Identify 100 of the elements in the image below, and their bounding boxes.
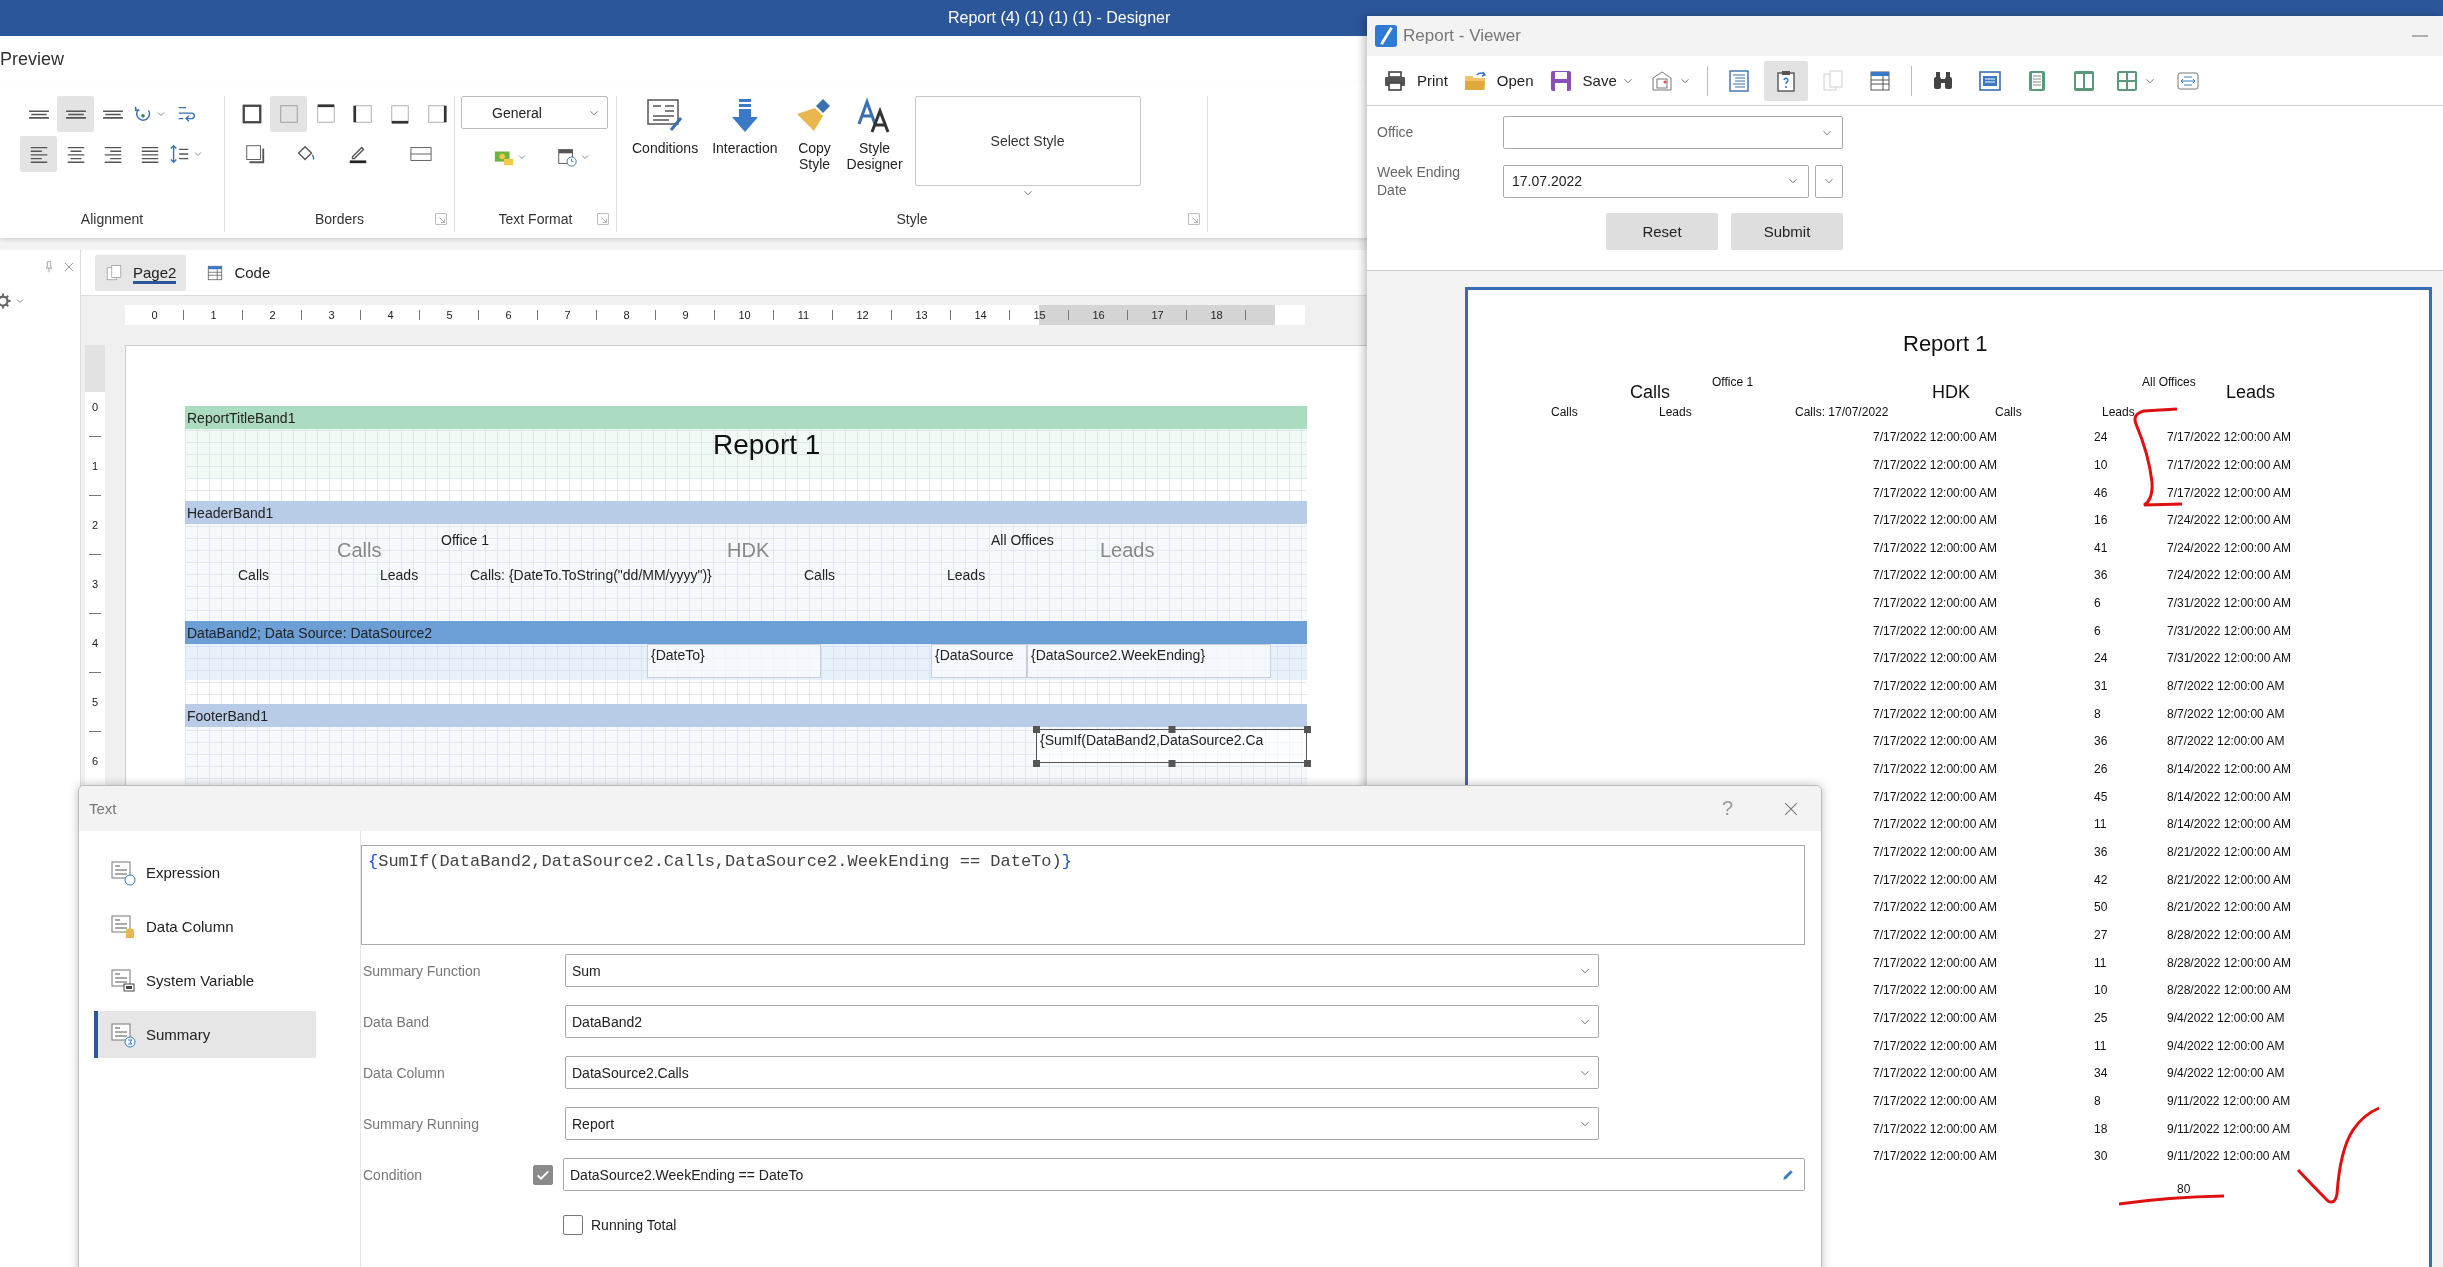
date-cell-text: 7/17/2022 12:00:00 AM xyxy=(1873,651,1999,666)
text-object[interactable]: {DataSource2.WeekEnding} xyxy=(1027,644,1271,678)
week-ending-cell-text: 7/31/2022 12:00:00 AM xyxy=(2167,651,2293,666)
band-text[interactable]: Calls: {DateTo.ToString("dd/MM/yyyy")} xyxy=(470,567,712,583)
page-tab[interactable]: Code xyxy=(196,254,281,291)
week-ending-cell-text: 8/14/2022 12:00:00 AM xyxy=(2167,789,2293,804)
app-logo-icon xyxy=(1375,25,1397,47)
nav-item[interactable]: System Variable xyxy=(94,957,316,1004)
band-text[interactable]: Report 1 xyxy=(713,429,821,461)
report-heading: Office 1 xyxy=(1712,375,1754,390)
field-label: Condition xyxy=(362,1166,424,1183)
band-text[interactable]: Calls xyxy=(238,567,270,583)
week-ending-cell-text: 9/4/2022 12:00:00 AM xyxy=(2167,1011,2286,1025)
ruler-mark: 5 xyxy=(91,695,99,710)
ribbon-tab[interactable]: Preview xyxy=(0,48,65,70)
format-dropdown[interactable]: General xyxy=(461,96,608,129)
ruler-mark: 5 xyxy=(446,309,453,321)
week-ending-cell-text: 8/28/2022 12:00:00 AM xyxy=(2167,983,2293,998)
calls-cell-text: 24 xyxy=(2094,430,2109,445)
calls-cell-text: 11 xyxy=(2094,1038,2108,1053)
calls-cell-text: 26 xyxy=(2094,762,2109,777)
field-label: Data Column xyxy=(362,1064,446,1081)
conditions-button[interactable]: Conditions xyxy=(625,96,706,206)
band-text[interactable]: Leads xyxy=(380,567,419,583)
running-total-checkbox[interactable] xyxy=(563,1215,583,1235)
ruler-mark: 14 xyxy=(974,309,987,321)
ruler-mark: 13 xyxy=(915,309,928,321)
action-button[interactable]: Submit xyxy=(1731,213,1843,251)
condition-checkbox[interactable] xyxy=(533,1164,553,1185)
calls-cell-text: 25 xyxy=(2094,1011,2109,1025)
week-ending-cell-text: 8/28/2022 12:00:00 AM xyxy=(2167,955,2293,970)
calls-cell-text: 42 xyxy=(2094,872,2109,887)
align-left-button[interactable] xyxy=(20,136,57,172)
date-cell-text: 7/17/2022 12:00:00 AM xyxy=(1873,596,1999,611)
week-ending-cell-text: 8/28/2022 12:00:00 AM xyxy=(2167,928,2293,942)
report-heading: Leads xyxy=(1659,405,1692,420)
dropdown-field[interactable]: Sum xyxy=(565,954,1599,987)
single-page-icon xyxy=(1977,68,2002,93)
dropdown-field[interactable]: DataBand2 xyxy=(565,1005,1599,1038)
page-icon xyxy=(105,263,123,282)
band-text[interactable]: Office 1 xyxy=(441,532,489,548)
date-cell-text: 7/17/2022 12:00:00 AM xyxy=(1873,1011,1999,1025)
band-text[interactable]: Calls xyxy=(804,567,836,583)
align-middle-button[interactable] xyxy=(57,96,94,132)
page-tab[interactable]: Page2 xyxy=(95,254,187,291)
dropdown-field[interactable]: DataSource2.Calls xyxy=(565,1056,1599,1089)
band-header[interactable]: DataBand2; Data Source: DataSource2 xyxy=(185,621,1307,644)
open-button[interactable]: Open xyxy=(1456,60,1540,101)
band-header[interactable]: FooterBand1 xyxy=(185,704,1307,727)
style-picker[interactable]: Select Style xyxy=(914,96,1141,186)
date-cell-text: 7/17/2022 12:00:00 AM xyxy=(1873,900,1999,915)
date-cell-text: 7/17/2022 12:00:00 AM xyxy=(1873,1121,1999,1136)
date-field[interactable]: 17.07.2022 xyxy=(1503,164,1809,198)
text-object[interactable]: {DateTo} xyxy=(647,644,821,678)
band-header[interactable]: ReportTitleBand1 xyxy=(185,406,1307,429)
date-cell-text: 7/17/2022 12:00:00 AM xyxy=(1873,430,1999,445)
week-ending-cell-text: 7/24/2022 12:00:00 AM xyxy=(2167,568,2293,583)
nav-item[interactable]: Expression xyxy=(94,849,316,896)
calls-cell-text: 11 xyxy=(2094,817,2108,832)
action-button[interactable]: Reset xyxy=(1606,213,1718,251)
band-text[interactable]: All Offices xyxy=(991,532,1054,548)
band-text[interactable]: Leads xyxy=(947,567,986,583)
ruler-mark: 2 xyxy=(269,309,276,321)
copy-style-button[interactable]: Copy Style xyxy=(784,96,845,206)
close-icon xyxy=(62,260,76,274)
date-cell-text: 7/17/2022 12:00:00 AM xyxy=(1873,679,1999,694)
date-cell-text: 7/17/2022 12:00:00 AM xyxy=(1873,623,1999,638)
align-top-icon xyxy=(27,109,50,119)
date-cell-text: 7/17/2022 12:00:00 AM xyxy=(1873,845,1999,860)
ruler-mark: 3 xyxy=(328,309,335,321)
report-heading: Calls xyxy=(1630,382,1670,404)
printer-icon xyxy=(1383,68,1407,93)
style-designer-button[interactable]: Style Designer xyxy=(844,96,905,206)
expression-field[interactable]: {SumIf(DataBand2,DataSource2.Calls,DataSource2.WeekEnding == DateTo)} xyxy=(361,845,1805,945)
shadow-icon xyxy=(243,143,266,165)
band-header[interactable]: HeaderBand1 xyxy=(185,501,1307,524)
field-label: Summary Running xyxy=(362,1115,480,1132)
calls-cell-text: 18 xyxy=(2094,1121,2109,1136)
dropdown-field[interactable]: Report xyxy=(565,1107,1599,1140)
ruler-mark: 0 xyxy=(91,400,99,415)
calls-cell-text: 10 xyxy=(2094,457,2109,472)
ruler-mark: 4 xyxy=(387,309,394,321)
two-page-icon xyxy=(2071,68,2096,93)
nav-item[interactable]: Summary xyxy=(94,1011,316,1058)
border-top-icon xyxy=(314,103,337,125)
dropdown-field[interactable] xyxy=(1503,116,1843,149)
dialog-launcher-icon xyxy=(1187,212,1201,226)
text-object[interactable]: {DataSource xyxy=(931,644,1027,678)
check-icon xyxy=(537,1169,549,1180)
nav-item[interactable]: Data Column xyxy=(94,903,316,950)
variable-icon xyxy=(110,967,136,994)
report-heading: Calls xyxy=(1995,405,2022,420)
interaction-button[interactable]: Interaction xyxy=(705,96,785,206)
condition-field[interactable]: DataSource2.WeekEnding == DateTo xyxy=(563,1158,1805,1191)
calls-cell-text: 45 xyxy=(2094,789,2109,804)
calls-cell-text: 8 xyxy=(2094,706,2102,721)
field-label: Data Band xyxy=(362,1013,431,1030)
print-button[interactable]: Print xyxy=(1377,60,1454,101)
help-button[interactable] xyxy=(1763,60,1808,101)
save-button[interactable]: Save xyxy=(1542,60,1641,101)
